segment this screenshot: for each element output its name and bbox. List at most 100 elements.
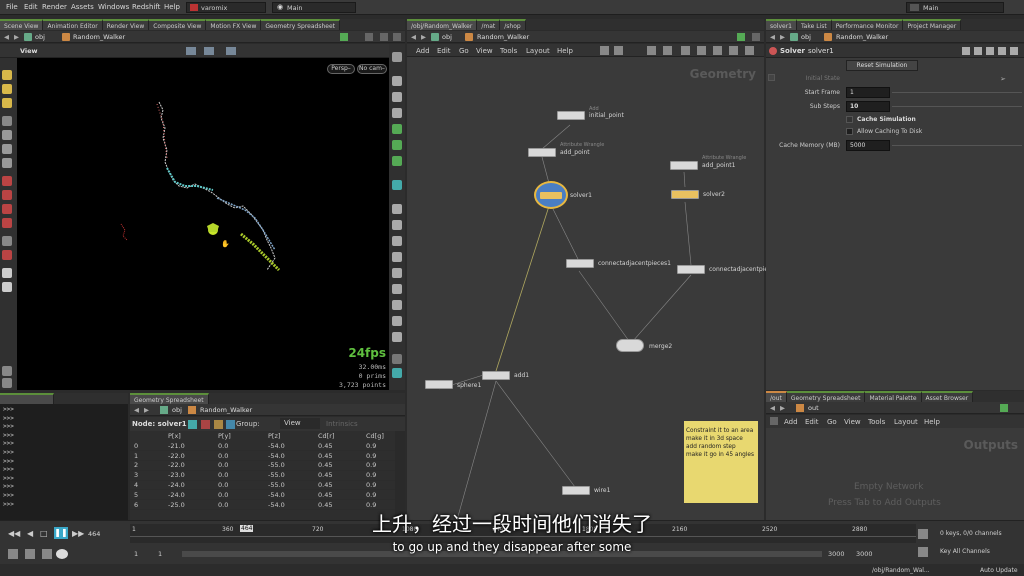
hda-icon[interactable] <box>974 47 982 55</box>
settings-icon[interactable] <box>380 33 388 41</box>
network-menu-go[interactable]: Go <box>459 47 469 55</box>
sticky-note[interactable]: Constraint it to an area make it in 3d s… <box>684 421 758 503</box>
node-connectadjacentpieces2[interactable] <box>677 265 705 274</box>
network-pin-icon[interactable] <box>737 33 745 41</box>
table-row[interactable]: 4 -24.0 0.0 -55.0 0.45 0.9 <box>130 480 395 491</box>
handles-display-icon[interactable] <box>392 316 402 326</box>
menu-windows[interactable]: Windows <box>98 3 129 11</box>
image-icon[interactable] <box>729 46 738 55</box>
bones-icon[interactable] <box>392 300 402 310</box>
zoom-icon[interactable] <box>713 46 722 55</box>
select-icon[interactable] <box>2 70 12 80</box>
allow-caching-checkbox[interactable] <box>846 128 853 135</box>
spreadsheet-back-icon[interactable]: ◀ <box>134 404 139 415</box>
outputs-menu-help[interactable]: Help <box>924 418 940 426</box>
scale-icon[interactable] <box>2 98 12 108</box>
outputs-forward-icon[interactable]: ▶ <box>780 402 785 413</box>
normals-icon[interactable] <box>392 220 402 230</box>
view-tool-icon[interactable] <box>186 47 196 55</box>
menu-assets[interactable]: Assets <box>71 3 94 11</box>
node-connectadjacentpieces1[interactable] <box>566 259 594 268</box>
node-add-point[interactable] <box>528 148 556 157</box>
params-node-name[interactable]: solver1 <box>808 47 834 55</box>
spreadsheet-view-menu[interactable]: View <box>280 418 320 429</box>
network-options-icon[interactable] <box>614 46 623 55</box>
points-mode-icon[interactable] <box>188 420 197 429</box>
shading-icon[interactable] <box>392 124 402 134</box>
reset-simulation-button[interactable]: Reset Simulation <box>846 60 918 71</box>
wrench-icon[interactable] <box>600 46 609 55</box>
tab-material-palette[interactable]: Material Palette <box>865 391 922 402</box>
tab-asset-browser[interactable]: Asset Browser <box>921 391 974 402</box>
network-menu-layout[interactable]: Layout <box>526 47 550 55</box>
node-wire1[interactable] <box>562 486 590 495</box>
world-icon[interactable] <box>2 268 12 278</box>
outputs-menu-edit[interactable]: Edit <box>805 418 819 426</box>
lock-camera-icon[interactable] <box>392 108 402 118</box>
tab-solver1[interactable]: solver1 <box>766 19 797 30</box>
network-menu-add[interactable]: Add <box>416 47 430 55</box>
tab-take-list[interactable]: Take List <box>797 19 832 30</box>
outputs-menu-layout[interactable]: Layout <box>894 418 918 426</box>
wireframe-icon[interactable] <box>392 140 402 150</box>
snap-point-icon[interactable] <box>2 204 12 214</box>
network-back-icon[interactable]: ◀ <box>411 31 416 42</box>
spreadsheet-intrinsics[interactable]: Intrinsics <box>326 420 358 428</box>
network-menu-help[interactable]: Help <box>557 47 573 55</box>
outputs-list-icon[interactable] <box>770 417 778 425</box>
node-solver1-selection[interactable] <box>534 181 568 209</box>
lock-icon[interactable] <box>2 366 12 376</box>
viewport-path-obj[interactable]: obj <box>35 31 45 42</box>
col-cdr[interactable]: Cd[r] <box>314 431 362 441</box>
params-path-obj[interactable]: obj <box>801 31 811 42</box>
numbers-icon[interactable] <box>392 236 402 246</box>
viewport-canvas[interactable]: Persp– No cam– ✋ 24fps 32.00ms 0 prims 3… <box>17 58 389 390</box>
initial-state-toggle[interactable] <box>768 74 775 81</box>
axes-icon[interactable] <box>2 378 12 388</box>
fullscreen-icon[interactable] <box>392 368 402 378</box>
network-menu-tools[interactable]: Tools <box>500 47 517 55</box>
node-merge2[interactable] <box>616 339 644 352</box>
tab-shop[interactable]: /shop <box>500 19 526 30</box>
pointer-icon[interactable] <box>2 116 12 126</box>
col-cdg[interactable]: Cd[g] <box>362 431 395 441</box>
magnet-icon[interactable] <box>2 236 12 246</box>
node-sphere1[interactable] <box>425 380 453 389</box>
desktop-selector[interactable]: varomix <box>186 2 266 13</box>
gear-icon[interactable] <box>962 47 970 55</box>
auto-update[interactable]: Auto Update <box>980 567 1018 574</box>
tab-out[interactable]: /out <box>766 391 787 402</box>
camera-icon[interactable] <box>392 92 402 102</box>
local-icon[interactable] <box>2 282 12 292</box>
network-forward-icon[interactable]: ▶ <box>421 31 426 42</box>
info-icon[interactable] <box>986 47 994 55</box>
table-row[interactable]: 2 -22.0 0.0 -55.0 0.45 0.9 <box>130 460 395 471</box>
display-options-icon[interactable] <box>392 52 402 62</box>
outputs-menu-tools[interactable]: Tools <box>868 418 885 426</box>
menu-help[interactable]: Help <box>164 3 180 11</box>
select-tool-icon[interactable] <box>204 47 214 55</box>
sub-steps-slider[interactable] <box>892 106 1022 107</box>
outputs-canvas[interactable]: Outputs Empty Network Press Tab to Add O… <box>766 428 1024 520</box>
tab-scene-view[interactable]: Scene View <box>0 19 44 30</box>
menu-redshift[interactable]: Redshift <box>132 3 160 11</box>
cache-memory-field[interactable]: 5000 <box>846 140 890 151</box>
forward-arrow-icon[interactable]: ▶ <box>14 31 19 42</box>
network-path-node[interactable]: Random_Walker <box>477 31 529 42</box>
snap-grid-icon[interactable] <box>2 176 12 186</box>
params-more-icon[interactable] <box>1010 47 1018 55</box>
snap-prim-icon[interactable] <box>2 190 12 200</box>
handle-icon[interactable] <box>2 130 12 140</box>
outputs-path[interactable]: out <box>808 402 819 413</box>
network-settings-icon[interactable] <box>752 33 760 41</box>
network-menu-view[interactable]: View <box>476 47 493 55</box>
snap-multi-icon[interactable] <box>2 218 12 228</box>
table-row[interactable]: 1 -22.0 0.0 -54.0 0.45 0.9 <box>130 450 395 462</box>
back-arrow-icon[interactable]: ◀ <box>4 31 9 42</box>
params-back-icon[interactable]: ◀ <box>770 31 775 42</box>
node-picker-icon[interactable]: ➢ <box>1000 75 1006 83</box>
tab-project-manager[interactable]: Project Manager <box>903 19 962 30</box>
vertices-mode-icon[interactable] <box>201 420 210 429</box>
node-solver2[interactable] <box>671 190 699 199</box>
menu-render[interactable]: Render <box>42 3 67 11</box>
